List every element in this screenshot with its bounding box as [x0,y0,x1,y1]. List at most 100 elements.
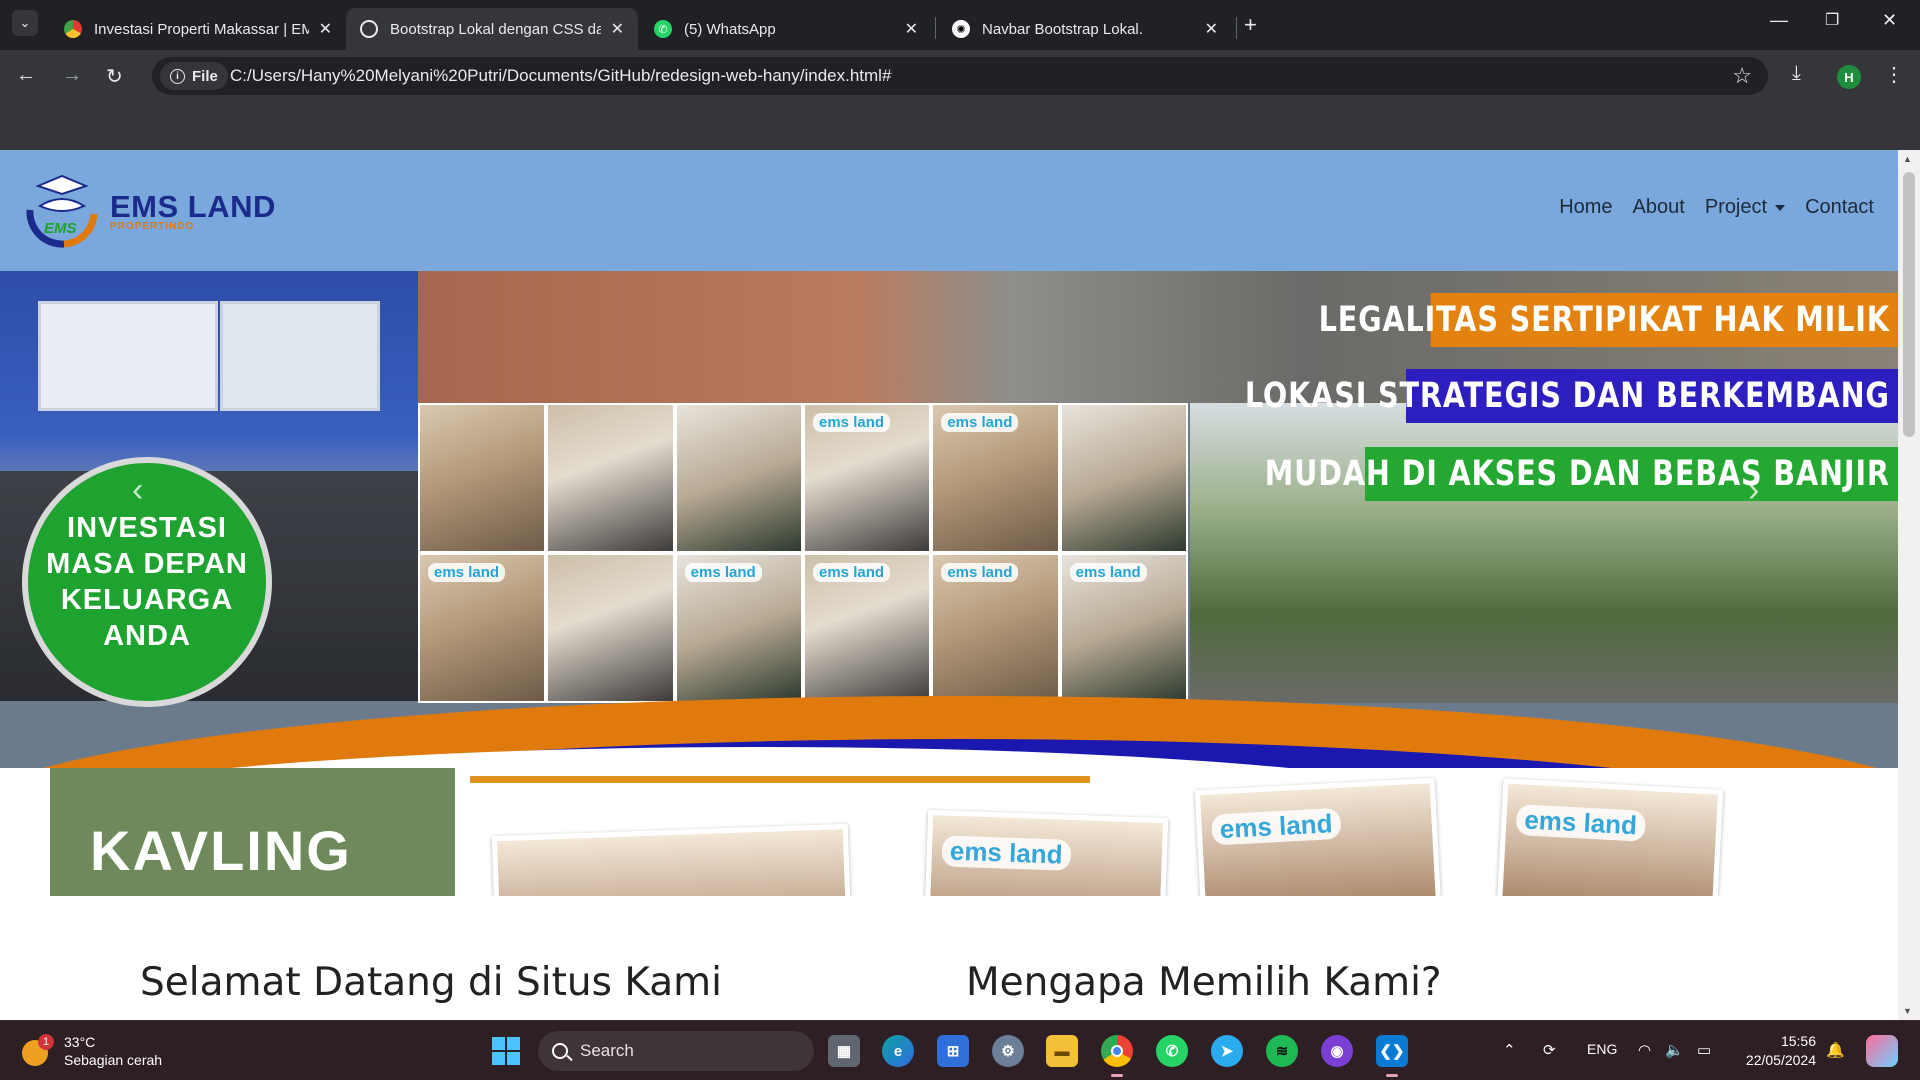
building-window [220,301,380,411]
wifi-icon[interactable]: ◠ [1638,1041,1651,1059]
investasi-badge: INVESTASI MASA DEPAN KELUARGA ANDA [22,457,272,707]
carousel-next-icon[interactable]: › [1748,471,1759,510]
photo-tag: ems land [1069,563,1147,582]
minimize-icon[interactable]: — [1770,10,1788,31]
carousel-prev-icon[interactable]: ‹ [132,471,143,510]
vscode-icon[interactable]: ❮❯ [1376,1035,1408,1077]
close-icon[interactable]: ✕ [319,19,332,39]
close-icon[interactable]: ✕ [905,19,918,39]
language-indicator[interactable]: ENG [1587,1041,1617,1057]
battery-icon[interactable]: ▭ [1697,1041,1711,1059]
close-icon[interactable]: ✕ [611,19,624,39]
why-us-heading: Mengapa Memilih Kami? [966,960,1442,1005]
badge-line: KELUARGA [60,584,234,616]
sync-icon[interactable]: ⟳ [1543,1041,1556,1059]
badge-line: MASA DEPAN [46,548,248,580]
spotify-icon[interactable]: ≋ [1266,1035,1298,1067]
tab-divider [935,17,936,39]
hero-carousel: INVESTASI MASA DEPAN KELUARGA ANDA ems l… [0,271,1898,768]
customer-photo-grid: ems land ems land ems land ems land ems … [418,403,1188,703]
customer-photo: ems land [805,555,930,701]
photo-tag: ems land [1211,807,1342,846]
restore-icon[interactable]: ❐ [1825,10,1839,30]
copilot-icon[interactable] [1866,1035,1898,1067]
scroll-down-icon[interactable]: ▼ [1903,1006,1912,1016]
kavling-banner: KAVLING ems land ems land ems land [50,768,1750,896]
badge-line: ANDA [103,620,191,652]
main-menu: Home About Project Contact [1559,196,1874,219]
nav-project-label: Project [1704,196,1768,218]
nav-about[interactable]: About [1633,196,1685,219]
tab-investasi[interactable]: Investasi Properti Makassar | EMS ✕ [50,8,346,50]
tab-bootstrap-lokal[interactable]: Bootstrap Lokal dengan CSS da ✕ [346,8,638,50]
new-tab-button[interactable]: + [1244,12,1257,38]
notification-bell-icon[interactable]: 🔔 [1826,1041,1845,1059]
volume-icon[interactable]: 🔈 [1665,1041,1684,1059]
site-info-chip[interactable]: i File [160,62,228,90]
close-icon[interactable]: ✕ [1205,19,1218,39]
tab-whatsapp[interactable]: ✆ (5) WhatsApp ✕ [640,8,932,50]
bookmark-star-icon[interactable]: ☆ [1732,63,1752,89]
scroll-thumb[interactable] [1903,172,1915,437]
store-icon[interactable]: ⊞ [937,1035,969,1067]
customer-photo [1061,405,1186,551]
kavling-text: KAVLING [90,819,352,882]
task-view-icon[interactable]: ▦ [828,1035,860,1067]
photo-tag: ems land [813,413,891,432]
page-scrollbar[interactable]: ▲ ▼ [1898,150,1920,1020]
info-icon: i [170,68,185,84]
photo-card [491,823,853,896]
chevron-up-icon[interactable]: ⌃ [1503,1041,1516,1059]
nav-contact[interactable]: Contact [1805,196,1874,219]
telegram-icon[interactable]: ➤ [1211,1035,1243,1067]
settings-gear-icon[interactable]: ⚙ [992,1035,1024,1067]
edge-icon[interactable]: e [882,1035,914,1067]
ribbon-lokasi: LOKASI STRATEGIS DAN BERKEMBANG [1245,369,1898,423]
photo-tag: ems land [684,563,762,582]
scroll-up-icon[interactable]: ▲ [1903,154,1912,164]
customer-photo: ems land [420,555,545,701]
profile-avatar[interactable]: H [1837,65,1861,89]
back-icon[interactable]: ← [16,64,36,87]
windows-taskbar: 1 33°C Sebagian cerah Search ▦ e ⊞ ⚙ ▬ ✆… [0,1020,1920,1080]
customer-photo [420,405,545,551]
brand-logo[interactable]: EMS EMS LAND PROPERTINDO [20,170,276,250]
tab-navbar-bootstrap[interactable]: ✺ Navbar Bootstrap Lokal. ✕ [938,8,1232,50]
orange-stripe [470,776,1090,783]
photo-card: ems land [923,809,1169,896]
close-window-icon[interactable]: ✕ [1882,10,1897,31]
customer-photo: ems land [933,405,1058,551]
windows-start-icon[interactable] [490,1035,522,1067]
address-bar[interactable]: i File C:/Users/Hany%20Melyani%20Putri/D… [152,57,1768,95]
customer-photo: ems land [805,405,930,551]
kebab-menu-icon[interactable]: ⋮ [1884,62,1904,87]
taskbar-search[interactable]: Search [538,1031,814,1071]
site-navbar: EMS EMS LAND PROPERTINDO Home About Proj… [0,150,1898,271]
weather-widget[interactable]: 1 33°C Sebagian cerah [22,1033,162,1069]
system-clock[interactable]: 15:56 22/05/2024 [1732,1032,1816,1070]
bookmarks-bar [0,102,1920,150]
url-text[interactable]: C:/Users/Hany%20Melyani%20Putri/Document… [230,66,891,86]
download-icon[interactable]: ⤓ [1792,62,1801,85]
tab-search-button[interactable]: ⌄ [12,10,38,36]
reload-icon[interactable]: ↻ [106,64,123,89]
ems-favicon-icon [64,20,82,38]
photo-card: ems land [1496,778,1724,896]
github-desktop-icon[interactable]: ◉ [1321,1035,1353,1067]
nav-project-dropdown[interactable]: Project [1704,196,1786,219]
weather-sun-icon: 1 [22,1034,56,1068]
kavling-panel: KAVLING [50,768,455,896]
nav-home[interactable]: Home [1559,196,1612,219]
badge-line: INVESTASI [67,512,227,544]
file-explorer-icon[interactable]: ▬ [1046,1035,1078,1067]
photo-tag: ems land [813,563,891,582]
whatsapp-icon[interactable]: ✆ [1156,1035,1188,1067]
brand-name: EMS LAND [110,188,276,224]
search-placeholder: Search [580,1041,634,1060]
chrome-icon[interactable] [1101,1035,1133,1077]
forward-icon[interactable]: → [62,64,82,87]
clock-date: 22/05/2024 [1745,1052,1816,1068]
chip-label: File [192,67,218,85]
logo-text: EMS [44,220,77,237]
hero-building-photo: INVESTASI MASA DEPAN KELUARGA ANDA [0,271,418,707]
